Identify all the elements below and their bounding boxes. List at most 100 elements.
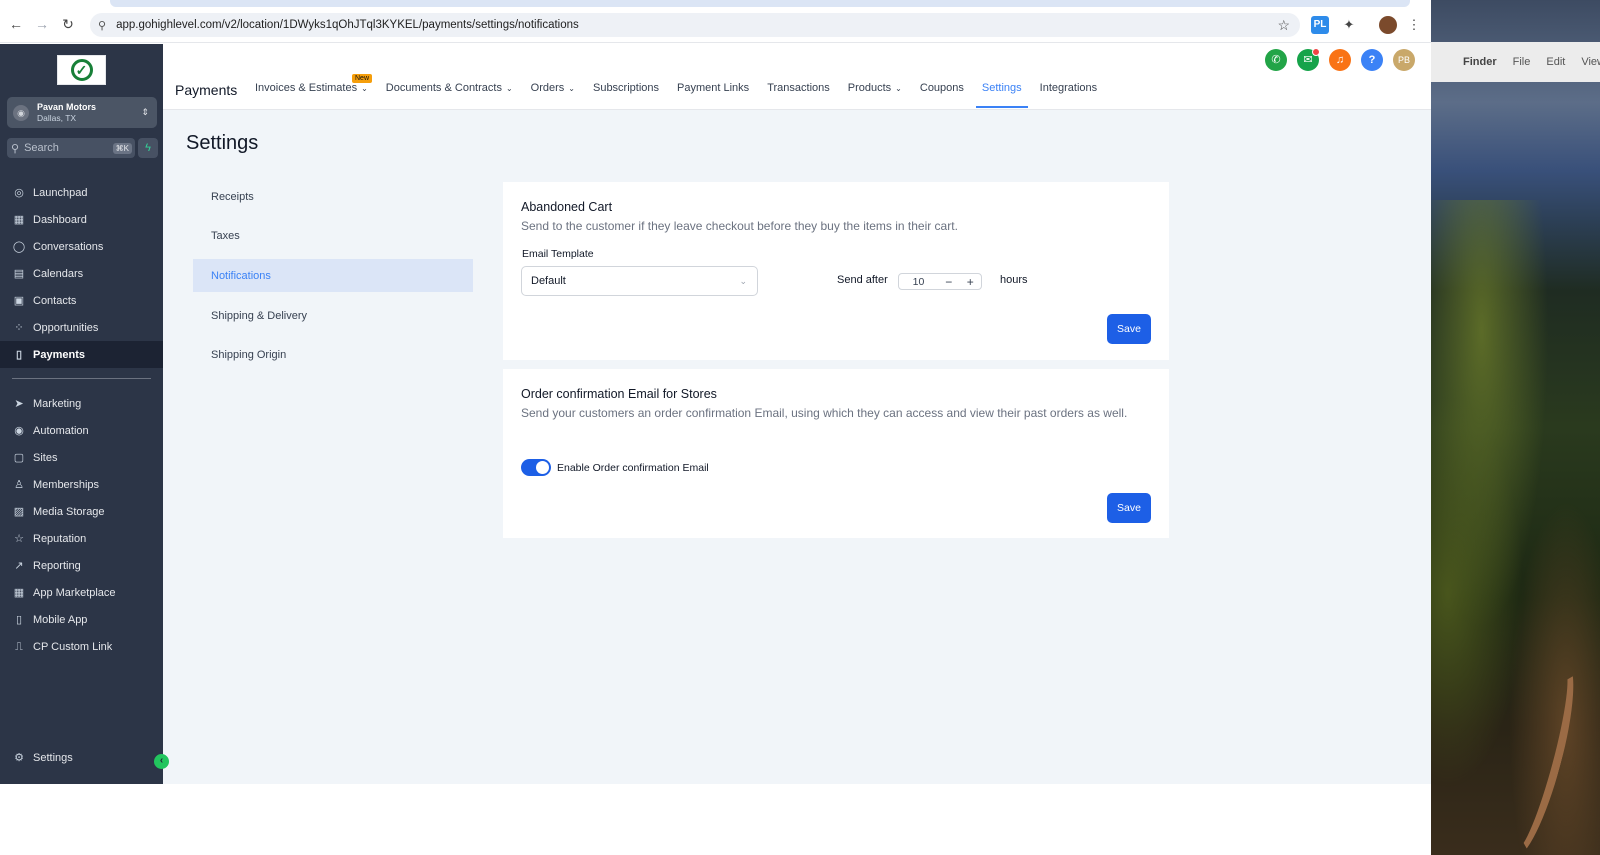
sidebar-item-contacts[interactable]: ▣ Contacts [0,287,163,314]
tab-payment-links[interactable]: Payment Links [677,82,749,107]
sidebar-item-conversations[interactable]: ◯ Conversations [0,233,163,260]
search-placeholder: Search [24,142,59,154]
quick-action-bolt-icon[interactable]: ϟ [138,138,158,158]
site-settings-icon[interactable]: ⚲ [98,19,106,32]
menubar-edit[interactable]: Edit [1546,56,1565,68]
sidebar-item-automation[interactable]: ◉ Automation [0,417,163,444]
sidebar-item-app-marketplace[interactable]: ▦ App Marketplace [0,579,163,606]
new-badge: New [352,74,373,83]
phone-icon[interactable]: ✆ [1265,49,1287,71]
profile-avatar-icon[interactable] [1379,16,1397,34]
email-template-select[interactable]: Default ⌄ [521,266,758,296]
submenu-receipts[interactable]: Receipts [193,180,473,213]
collapse-sidebar-icon[interactable]: ‹ [154,754,169,769]
sidebar-item-memberships[interactable]: ♙ Memberships [0,471,163,498]
company-logo[interactable]: ✓ [57,55,106,85]
sidebar-item-reporting[interactable]: ↗ Reporting [0,552,163,579]
sidebar-item-settings[interactable]: ⚙ Settings [0,744,163,771]
forward-arrow-icon[interactable]: → [32,14,52,34]
tab-label: Invoices & Estimates [255,82,358,94]
search-input[interactable]: ⚲ Search ⌘K [7,138,135,158]
tab-orders[interactable]: Orders ⌄ [531,82,575,107]
mac-menubar: Finder File Edit View [1431,42,1600,82]
hours-input[interactable]: 10 [899,276,938,288]
send-after-label: Send after [837,274,888,286]
tab-integrations[interactable]: Integrations [1040,82,1097,107]
sidebar-item-media-storage[interactable]: ▨ Media Storage [0,498,163,525]
tab-label: Transactions [767,82,830,94]
tab-label: Coupons [919,82,964,94]
sidebar-item-marketing[interactable]: ➤ Marketing [0,390,163,417]
submenu-shipping-delivery[interactable]: Shipping & Delivery [193,299,473,332]
sidebar-item-launchpad[interactable]: ◎ Launchpad [0,179,163,206]
chevron-down-icon: ⌄ [739,275,747,286]
save-abandoned-cart-button[interactable]: Save [1107,314,1151,344]
sidebar-item-calendars[interactable]: ▤ Calendars [0,260,163,287]
sidebar-item-label: App Marketplace [33,586,116,599]
url-text[interactable]: app.gohighlevel.com/v2/location/1DWyks1q… [116,19,1277,31]
submenu-taxes[interactable]: Taxes [193,220,473,253]
bell-icon[interactable]: ♫ [1329,49,1351,71]
sidebar-item-label: Marketing [33,397,82,410]
chevron-down-icon: ⌄ [895,84,902,93]
address-bar[interactable]: ⚲ app.gohighlevel.com/v2/location/1DWyks… [90,13,1300,37]
email-template-label: Email Template [522,248,594,260]
tab-subscriptions[interactable]: Subscriptions [593,82,659,107]
toggle-knob [536,461,549,474]
header-actions: ✆ ✉ ♫ ? PB [1265,48,1415,71]
menubar-view[interactable]: View [1581,56,1600,68]
order-confirmation-card: Order confirmation Email for Stores Send… [503,369,1169,538]
sidebar-item-dashboard[interactable]: ▦ Dashboard [0,206,163,233]
back-arrow-icon[interactable]: ← [6,14,26,34]
tab-documents-contracts[interactable]: Documents & Contracts ⌄ [386,82,513,107]
tab-label: Subscriptions [592,82,660,94]
forest-wallpaper [1431,200,1600,855]
megaphone-icon[interactable]: ✉ [1297,48,1320,71]
extensions-puzzle-icon[interactable]: ✦ [1340,16,1358,34]
sidebar-item-sites[interactable]: ▢ Sites [0,444,163,471]
submenu-notifications[interactable]: Notifications [193,259,473,293]
menubar-finder[interactable]: Finder [1463,56,1497,68]
browser-menu-icon[interactable]: ⋮ [1405,16,1423,34]
account-name: Pavan Motors [37,101,97,112]
help-icon[interactable]: ? [1361,49,1383,71]
send-icon: ➤ [14,397,24,410]
submenu-shipping-origin[interactable]: Shipping Origin [193,339,473,372]
minus-icon[interactable]: − [938,275,959,289]
browser-toolbar: ← → ↻ ⚲ app.gohighlevel.com/v2/location/… [0,0,1431,43]
sidebar-item-cp-custom-link[interactable]: ⎍ CP Custom Link [0,633,163,660]
sidebar-item-reputation[interactable]: ☆ Reputation [0,525,163,552]
tab-products[interactable]: Products ⌄ [848,82,902,107]
gear-icon: ⚙ [14,751,24,764]
tab-label: Payment Links [677,82,750,94]
sites-icon: ▢ [13,451,25,464]
section-title: Payments [175,82,238,98]
bookmark-star-icon[interactable]: ☆ [1277,17,1290,34]
settings-submenu: Receipts Taxes Notifications Shipping & … [193,180,473,378]
tab-settings[interactable]: Settings [975,82,1028,108]
chat-icon: ◯ [12,240,26,253]
sidebar-item-label: Calendars [33,267,84,280]
link-icon: ⎍ [15,640,23,653]
plus-icon[interactable]: + [960,275,981,289]
check-logo-icon: ✓ [70,59,93,81]
sidebar-item-mobile-app[interactable]: ▯ Mobile App [0,606,163,633]
order-confirmation-toggle[interactable] [521,459,551,476]
menubar-file[interactable]: File [1513,56,1531,68]
tab-invoices-estimates[interactable]: Invoices & Estimates ⌄ New [255,74,373,107]
account-avatar-icon: ◉ [13,104,29,121]
browser-tab-strip[interactable] [110,0,1410,7]
user-avatar[interactable]: PB [1393,49,1415,71]
sidebar-item-label: Opportunities [33,321,99,334]
account-switcher[interactable]: ◉ Pavan Motors Dallas, TX ⇕ [7,97,157,128]
tab-transactions[interactable]: Transactions [767,82,830,107]
save-order-confirmation-button[interactable]: Save [1107,493,1151,523]
sidebar-item-payments[interactable]: ▯ Payments [0,341,163,368]
tab-coupons[interactable]: Coupons [920,82,964,107]
hours-unit-label: hours [1000,274,1028,286]
reload-icon[interactable]: ↻ [58,14,78,34]
chevron-down-icon: ⌄ [505,84,513,93]
sidebar-item-opportunities[interactable]: ⁘ Opportunities [0,314,163,341]
extension-sheet-icon[interactable]: PL [1311,16,1329,34]
sidebar-item-label: Sites [33,451,58,464]
